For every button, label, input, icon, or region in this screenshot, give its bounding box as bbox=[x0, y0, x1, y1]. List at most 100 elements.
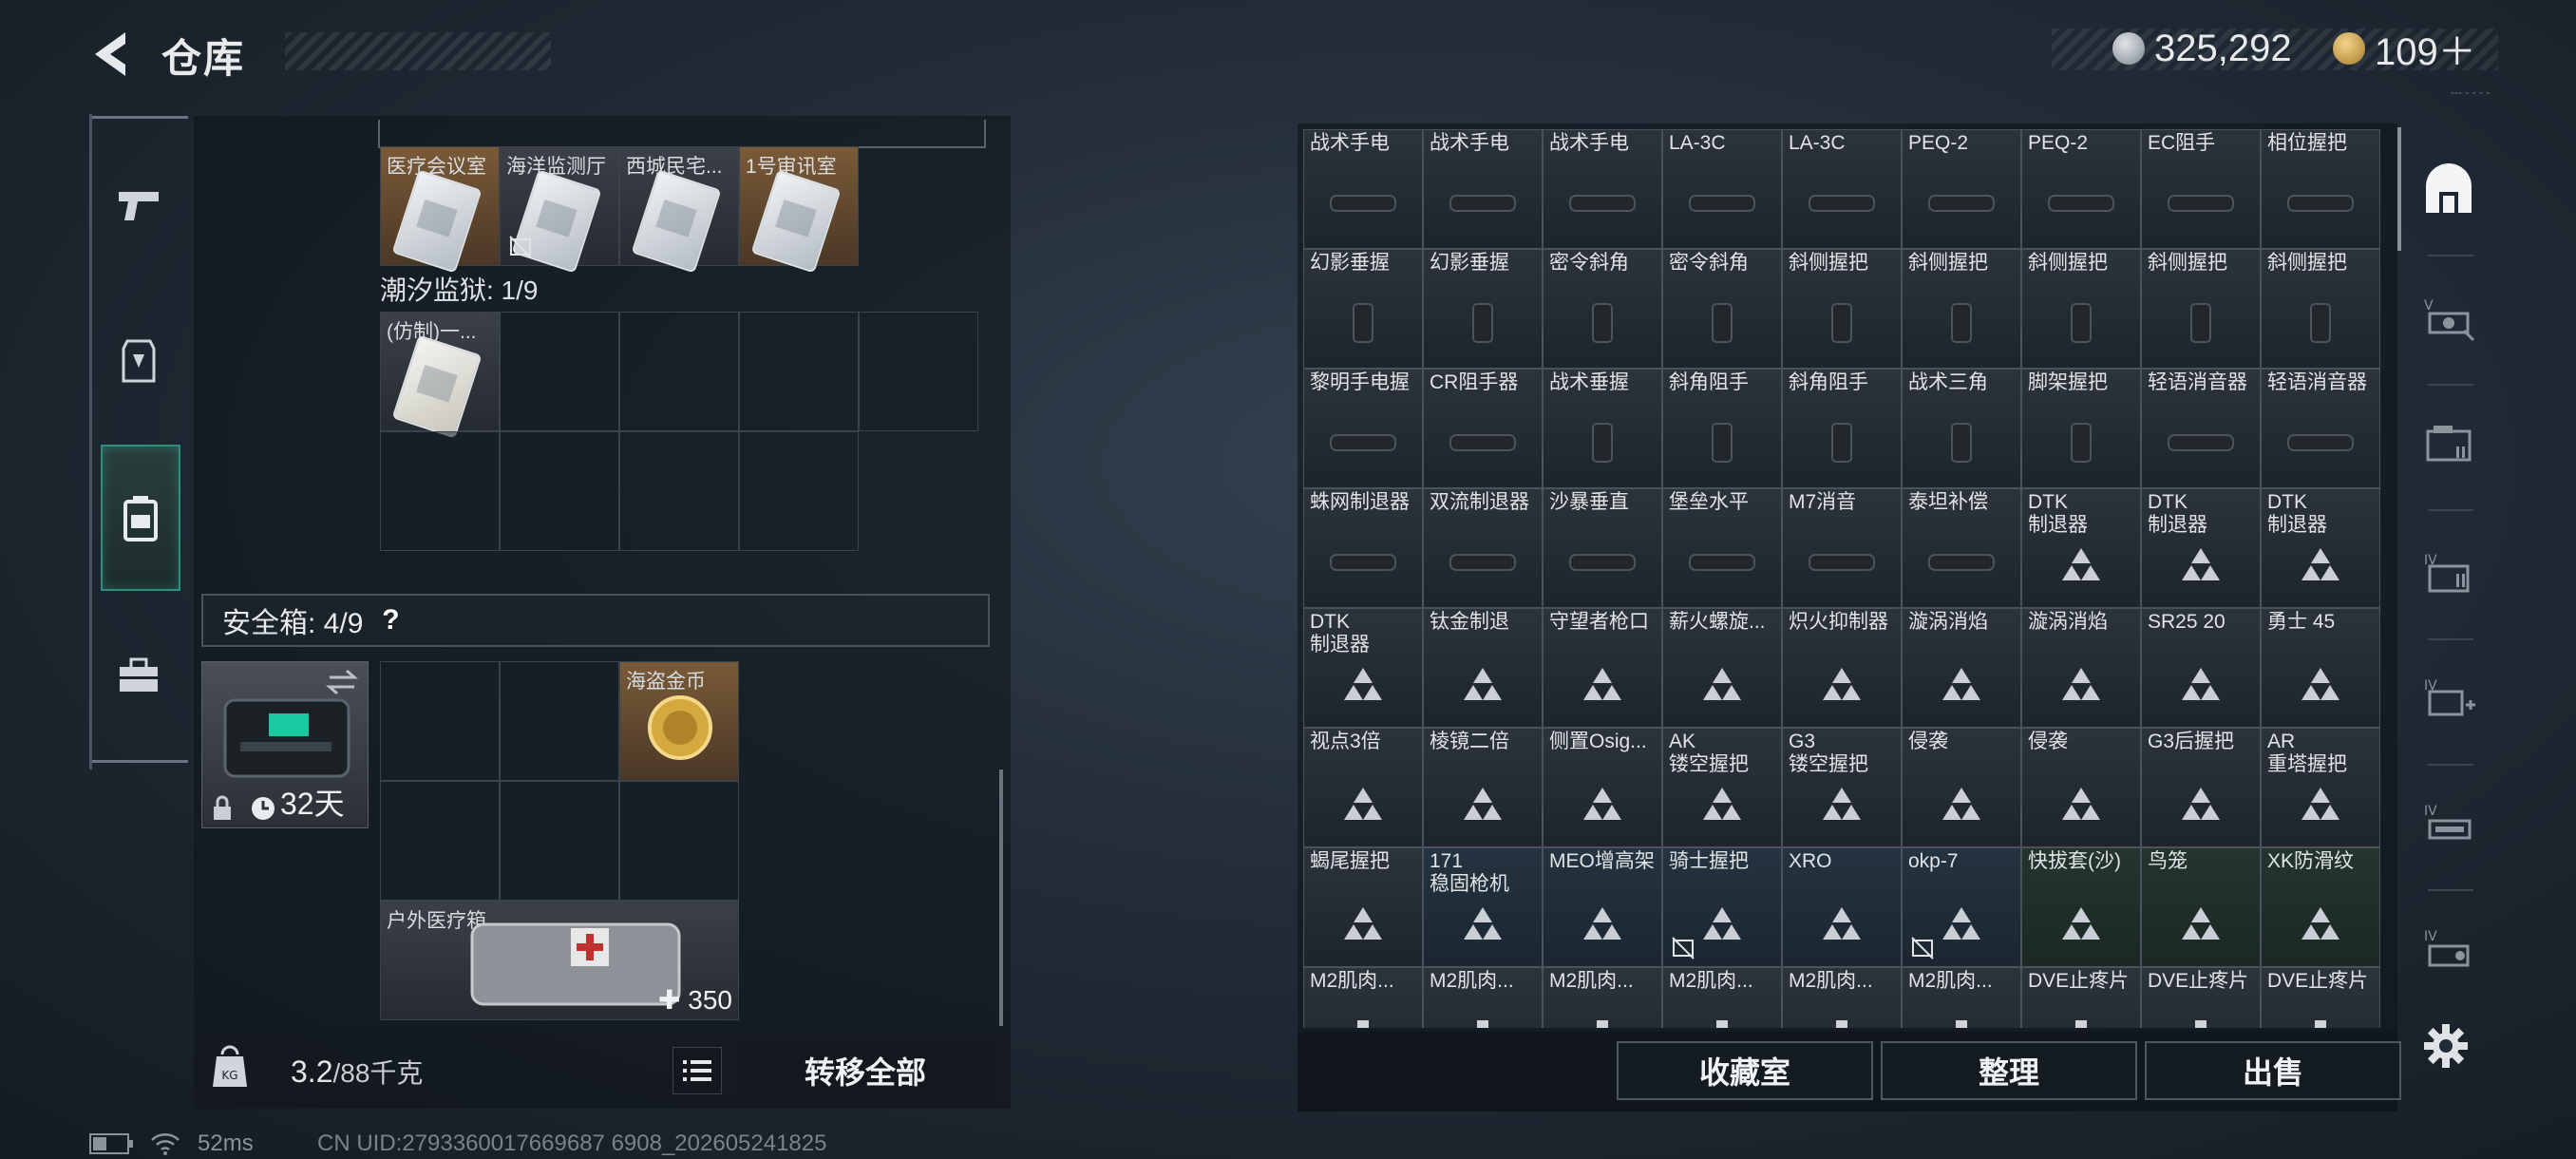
category-weapon-parts[interactable]: V bbox=[2413, 281, 2485, 357]
warehouse-item-cell[interactable]: G3后握把 bbox=[2141, 728, 2261, 847]
key-card-item[interactable]: 医疗会议室 bbox=[380, 146, 500, 274]
warehouse-item-cell[interactable]: 薪火螺旋... bbox=[1662, 608, 1782, 728]
warehouse-item-cell[interactable]: 战术手电 bbox=[1543, 129, 1662, 249]
warehouse-item-cell[interactable]: 棱镜二倍 bbox=[1423, 728, 1543, 847]
safe-box-item[interactable]: 32天 bbox=[201, 661, 369, 828]
warehouse-item-cell[interactable]: M2肌肉... bbox=[1662, 967, 1782, 1028]
warehouse-item-cell[interactable]: 斜角阻手 bbox=[1662, 369, 1782, 488]
warehouse-item-cell[interactable]: 蛛网制退器 bbox=[1303, 488, 1423, 608]
warehouse-item-cell[interactable]: 幻影垂握 bbox=[1303, 249, 1423, 369]
warehouse-item-cell[interactable]: 斜侧握把 bbox=[2021, 249, 2141, 369]
warehouse-item-cell[interactable]: 双流制退器 bbox=[1423, 488, 1543, 608]
sort-button[interactable]: 整理 bbox=[1881, 1041, 2137, 1100]
currency-gold[interactable]: 109＋ bbox=[2333, 27, 2476, 73]
warehouse-item-cell[interactable]: 战术手电 bbox=[1423, 129, 1543, 249]
empty-slot[interactable] bbox=[619, 312, 739, 431]
sell-button[interactable]: 出售 bbox=[2145, 1041, 2401, 1100]
warehouse-item-cell[interactable]: M2肌肉... bbox=[1902, 967, 2021, 1028]
warehouse-item-cell[interactable]: 堡垒水平 bbox=[1662, 488, 1782, 608]
warehouse-item-cell[interactable]: 幻影垂握 bbox=[1423, 249, 1543, 369]
medkit-item[interactable]: 户外医疗箱 ✚ 350 bbox=[380, 901, 739, 1020]
warehouse-item-cell[interactable]: 炽火抑制器 bbox=[1782, 608, 1902, 728]
warehouse-scrollbar[interactable] bbox=[2397, 127, 2401, 251]
warehouse-item-cell[interactable]: DTK 制退器 bbox=[1303, 608, 1423, 728]
warehouse-item-cell[interactable]: 战术手电 bbox=[1303, 129, 1423, 249]
warehouse-item-cell[interactable]: 勇士 45 bbox=[2261, 608, 2380, 728]
transfer-all-button[interactable]: 转移全部 bbox=[737, 1041, 994, 1100]
sidebar-tab-weapons[interactable] bbox=[101, 167, 177, 243]
sidebar-tab-armor[interactable] bbox=[101, 323, 177, 399]
key-card-item[interactable]: (仿制)一... bbox=[380, 312, 500, 439]
warehouse-item-cell[interactable]: 脚架握把 bbox=[2021, 369, 2141, 488]
category-armor-parts[interactable]: IV bbox=[2413, 536, 2485, 612]
warehouse-item-cell[interactable]: 密令斜角 bbox=[1543, 249, 1662, 369]
warehouse-item-cell[interactable]: M2肌肉... bbox=[1303, 967, 1423, 1028]
warehouse-item-cell[interactable]: okp-7 bbox=[1902, 847, 2021, 967]
sidebar-tab-toolbox[interactable] bbox=[101, 638, 177, 714]
warehouse-item-cell[interactable]: 密令斜角 bbox=[1662, 249, 1782, 369]
empty-slot[interactable] bbox=[380, 781, 500, 901]
warehouse-item-cell[interactable]: 侵袭 bbox=[1902, 728, 2021, 847]
warehouse-item-cell[interactable]: M7消音 bbox=[1782, 488, 1902, 608]
warehouse-item-cell[interactable]: 171 稳固枪机 bbox=[1423, 847, 1543, 967]
warehouse-item-cell[interactable]: 侵袭 bbox=[2021, 728, 2141, 847]
empty-slot[interactable] bbox=[500, 781, 619, 901]
warehouse-item-cell[interactable]: PEQ-2 bbox=[1902, 129, 2021, 249]
empty-slot[interactable] bbox=[380, 431, 500, 551]
category-all[interactable] bbox=[2413, 152, 2485, 228]
warehouse-item-cell[interactable]: MEO增高架 bbox=[1543, 847, 1662, 967]
warehouse-item-cell[interactable]: 斜侧握把 bbox=[2141, 249, 2261, 369]
inventory-scrollbar[interactable] bbox=[999, 770, 1003, 1026]
warehouse-item-cell[interactable]: DVE止疼片 bbox=[2141, 967, 2261, 1028]
warehouse-item-cell[interactable]: DTK 制退器 bbox=[2261, 488, 2380, 608]
warehouse-item-cell[interactable]: 轻语消音器 bbox=[2261, 369, 2380, 488]
sidebar-tab-backpack[interactable] bbox=[101, 445, 180, 591]
warehouse-item-cell[interactable]: SR25 20 bbox=[2141, 608, 2261, 728]
warehouse-item-cell[interactable]: 战术垂握 bbox=[1543, 369, 1662, 488]
warehouse-item-cell[interactable]: 漩涡消焰 bbox=[1902, 608, 2021, 728]
key-card-item[interactable]: 西城民宅... bbox=[619, 146, 739, 274]
warehouse-item-cell[interactable]: LA-3C bbox=[1782, 129, 1902, 249]
settings-gear-icon[interactable] bbox=[2422, 1022, 2470, 1070]
warehouse-item-cell[interactable]: 视点3倍 bbox=[1303, 728, 1423, 847]
warehouse-item-cell[interactable]: XK防滑纹 bbox=[2261, 847, 2380, 967]
warehouse-item-cell[interactable]: 斜侧握把 bbox=[2261, 249, 2380, 369]
pirate-coin-item[interactable]: 海盗金币 bbox=[619, 661, 739, 781]
warehouse-item-cell[interactable]: 漩涡消焰 bbox=[2021, 608, 2141, 728]
empty-slot[interactable] bbox=[500, 661, 619, 781]
category-ammo[interactable]: IV bbox=[2413, 787, 2485, 863]
warehouse-item-cell[interactable]: CR阻手器 bbox=[1423, 369, 1543, 488]
key-card-item[interactable]: 海洋监测厅 bbox=[500, 146, 619, 274]
empty-slot[interactable] bbox=[739, 431, 859, 551]
empty-slot[interactable] bbox=[500, 431, 619, 551]
category-containers[interactable] bbox=[2413, 407, 2485, 483]
empty-slot[interactable] bbox=[739, 312, 859, 431]
warehouse-item-cell[interactable]: 侧置Osig... bbox=[1543, 728, 1662, 847]
warehouse-item-cell[interactable]: G3 镂空握把 bbox=[1782, 728, 1902, 847]
warehouse-item-cell[interactable]: 快拔套(沙) bbox=[2021, 847, 2141, 967]
category-misc[interactable]: IV bbox=[2413, 912, 2485, 988]
swap-icon[interactable] bbox=[326, 668, 358, 696]
warehouse-item-cell[interactable]: 轻语消音器 bbox=[2141, 369, 2261, 488]
empty-slot[interactable] bbox=[619, 431, 739, 551]
empty-slot[interactable] bbox=[500, 312, 619, 431]
warehouse-item-cell[interactable]: 蝎尾握把 bbox=[1303, 847, 1423, 967]
warehouse-item-cell[interactable]: 斜侧握把 bbox=[1902, 249, 2021, 369]
warehouse-item-cell[interactable]: AR 重塔握把 bbox=[2261, 728, 2380, 847]
collection-room-button[interactable]: 收藏室 bbox=[1617, 1041, 1873, 1100]
warehouse-item-cell[interactable]: DTK 制退器 bbox=[2021, 488, 2141, 608]
warehouse-item-cell[interactable]: AK 镂空握把 bbox=[1662, 728, 1782, 847]
warehouse-item-cell[interactable]: 斜角阻手 bbox=[1782, 369, 1902, 488]
warehouse-item-cell[interactable]: 守望者枪口 bbox=[1543, 608, 1662, 728]
warehouse-item-cell[interactable]: XRO bbox=[1782, 847, 1902, 967]
back-arrow-icon[interactable] bbox=[87, 28, 139, 80]
empty-slot[interactable] bbox=[380, 661, 500, 781]
key-card-item[interactable]: 1号审讯室 bbox=[739, 146, 859, 274]
category-medical[interactable]: IV bbox=[2413, 661, 2485, 737]
warehouse-item-cell[interactable]: DTK 制退器 bbox=[2141, 488, 2261, 608]
warehouse-item-cell[interactable]: LA-3C bbox=[1662, 129, 1782, 249]
empty-slot[interactable] bbox=[619, 781, 739, 901]
list-view-button[interactable] bbox=[672, 1047, 722, 1094]
empty-slot[interactable] bbox=[859, 312, 978, 431]
warehouse-item-cell[interactable]: DVE止疼片 bbox=[2261, 967, 2380, 1028]
